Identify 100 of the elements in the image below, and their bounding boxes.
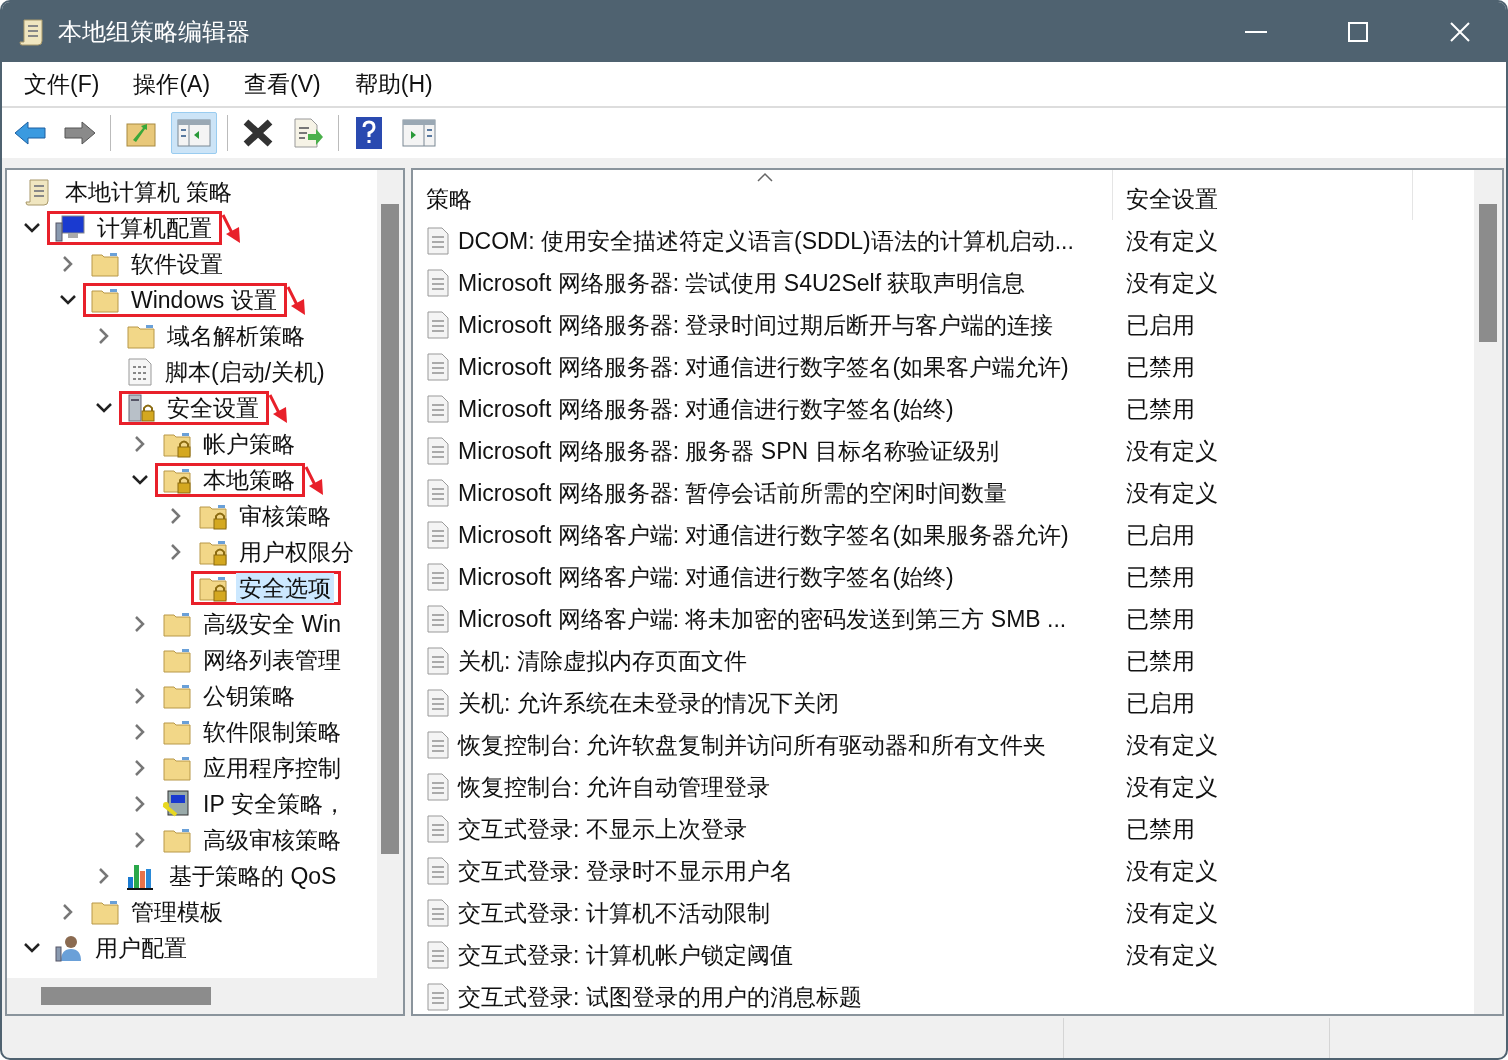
- policy-icon: [426, 353, 450, 381]
- close-icon: [1450, 22, 1470, 42]
- policy-icon: [426, 479, 450, 507]
- chevron-right-icon[interactable]: [134, 723, 146, 741]
- policy-name: Microsoft 网络服务器: 对通信进行数字签名(如果客户端允许): [458, 352, 1069, 382]
- tree-item[interactable]: 安全选项: [236, 573, 334, 603]
- tree-item[interactable]: 用户权限分: [236, 537, 357, 567]
- policy-icon: [426, 647, 450, 675]
- policy-icon: [426, 815, 450, 843]
- setting-value: 没有定义: [1125, 730, 1219, 760]
- menu-item[interactable]: 文件(F): [22, 68, 102, 100]
- menu-item[interactable]: 操作(A): [131, 68, 213, 100]
- policy-icon: [426, 311, 450, 339]
- policy-icon: [426, 563, 450, 591]
- user-icon: [54, 933, 84, 963]
- chevron-right-icon[interactable]: [170, 543, 182, 561]
- policy-name: Microsoft 网络客户端: 对通信进行数字签名(如果服务器允许): [458, 520, 1069, 550]
- tree-item[interactable]: 应用程序控制: [200, 753, 344, 783]
- tree-item[interactable]: 计算机配置: [94, 213, 215, 243]
- tree-item[interactable]: 网络列表管理: [200, 645, 344, 675]
- tree-item[interactable]: 脚本(启动/关机): [162, 357, 328, 387]
- setting-value: 已启用: [1125, 520, 1196, 550]
- scrollbar-thumb[interactable]: [1479, 204, 1497, 342]
- chevron-down-icon[interactable]: [95, 402, 113, 414]
- chevron-right-icon[interactable]: [134, 687, 146, 705]
- tree-item[interactable]: 本地计算机 策略: [62, 177, 236, 207]
- policy-icon: [426, 227, 450, 255]
- chevron-down-icon[interactable]: [131, 474, 149, 486]
- setting-value: 已禁用: [1125, 604, 1196, 634]
- close-icon: [242, 118, 274, 148]
- tree-item[interactable]: 帐户策略: [200, 429, 298, 459]
- setting-value: 没有定义: [1125, 772, 1219, 802]
- tree-item[interactable]: 安全设置: [164, 393, 262, 423]
- scrollbar-thumb[interactable]: [41, 987, 211, 1005]
- setting-value: 没有定义: [1125, 856, 1219, 886]
- policy-icon: [426, 269, 450, 297]
- chevron-right-icon[interactable]: [134, 759, 146, 777]
- chevron-right-icon[interactable]: [62, 903, 74, 921]
- policy-name: 关机: 允许系统在未登录的情况下关闭: [458, 688, 839, 718]
- policy-name: Microsoft 网络服务器: 对通信进行数字签名(始终): [458, 394, 954, 424]
- tree-item[interactable]: Windows 设置: [128, 285, 280, 315]
- export-list-icon: [292, 117, 324, 149]
- policy-name: Microsoft 网络服务器: 暂停会话前所需的空闲时间数量: [458, 478, 1008, 508]
- chevron-right-icon[interactable]: [98, 327, 110, 345]
- tree-item[interactable]: 管理模板: [128, 897, 226, 927]
- show-tree-icon: [177, 118, 211, 148]
- policy-icon: [426, 437, 450, 465]
- policy-icon: [426, 731, 450, 759]
- policy-name: Microsoft 网络客户端: 对通信进行数字签名(始终): [458, 562, 954, 592]
- back-arrow-icon: [13, 120, 47, 146]
- chevron-right-icon[interactable]: [62, 255, 74, 273]
- tree-item[interactable]: 基于策略的 QoS: [166, 861, 340, 891]
- sort-icon: [757, 172, 773, 182]
- window-title: 本地组策略编辑器: [58, 17, 251, 47]
- chevron-down-icon[interactable]: [23, 942, 41, 954]
- tree-item[interactable]: 软件设置: [128, 249, 226, 279]
- policy-name: 交互式登录: 登录时不显示用户名: [458, 856, 793, 886]
- tree-item[interactable]: 域名解析策略: [164, 321, 308, 351]
- tree-item[interactable]: 审核策略: [236, 501, 334, 531]
- menu-item[interactable]: 查看(V): [242, 68, 323, 100]
- policy-name: Microsoft 网络服务器: 服务器 SPN 目标名称验证级别: [458, 436, 999, 466]
- scrollbar-thumb[interactable]: [381, 204, 399, 854]
- setting-value: 没有定义: [1125, 226, 1219, 256]
- setting-value: 没有定义: [1125, 268, 1219, 298]
- policy-icon: [426, 773, 450, 801]
- minimize-icon: [1245, 31, 1267, 33]
- chevron-right-icon[interactable]: [170, 507, 182, 525]
- tree-item[interactable]: 用户配置: [92, 933, 190, 963]
- policy-name: Microsoft 网络服务器: 尝试使用 S4U2Self 获取声明信息: [458, 268, 1026, 298]
- setting-value: 已禁用: [1125, 394, 1196, 424]
- script-icon: [126, 357, 154, 387]
- menu-item[interactable]: 帮助(H): [352, 68, 435, 100]
- maximize-icon: [1348, 22, 1368, 42]
- tree-item[interactable]: IP 安全策略，: [200, 789, 349, 819]
- policy-icon: [426, 857, 450, 885]
- tree-item[interactable]: 高级安全 Win: [200, 609, 344, 639]
- policy-icon: [426, 941, 450, 969]
- chevron-right-icon[interactable]: [98, 867, 110, 885]
- policy-icon: [426, 899, 450, 927]
- chevron-right-icon[interactable]: [134, 795, 146, 813]
- policy-icon: [426, 395, 450, 423]
- chevron-right-icon[interactable]: [134, 435, 146, 453]
- tree-item[interactable]: 软件限制策略: [200, 717, 344, 747]
- policy-icon: [426, 689, 450, 717]
- chevron-down-icon[interactable]: [23, 222, 41, 234]
- help-icon: [356, 117, 382, 149]
- tree-item[interactable]: 高级审核策略: [200, 825, 344, 855]
- chevron-right-icon[interactable]: [134, 831, 146, 849]
- policy-name: 交互式登录: 计算机帐户锁定阈值: [458, 940, 793, 970]
- computer-icon: [54, 213, 86, 243]
- tree-item[interactable]: 公钥策略: [200, 681, 298, 711]
- policy-name: 关机: 清除虚拟内存页面文件: [458, 646, 747, 676]
- policy-name: 恢复控制台: 允许软盘复制并访问所有驱动器和所有文件夹: [458, 730, 1046, 760]
- setting-value: 已启用: [1125, 310, 1196, 340]
- policy-name: 恢复控制台: 允许自动管理登录: [458, 772, 770, 802]
- chevron-right-icon[interactable]: [134, 615, 146, 633]
- chevron-down-icon[interactable]: [59, 294, 77, 306]
- tree-item[interactable]: 本地策略: [200, 465, 298, 495]
- policy-icon: [426, 521, 450, 549]
- policy-name: Microsoft 网络服务器: 登录时间过期后断开与客户端的连接: [458, 310, 1054, 340]
